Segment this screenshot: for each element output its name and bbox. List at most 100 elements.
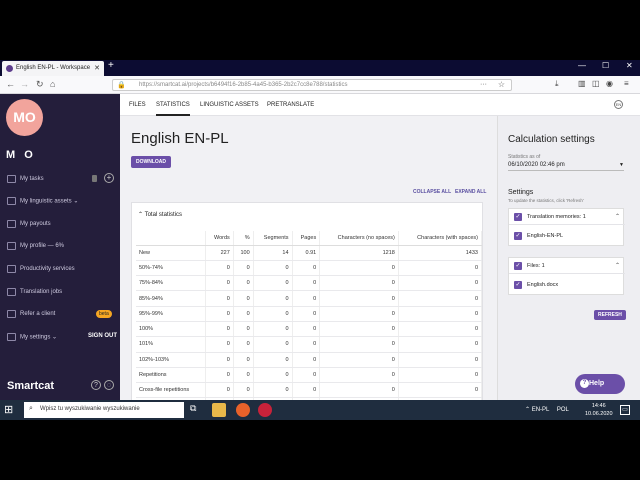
clock-date: 10.06.2020	[585, 411, 613, 417]
sidebar-item-label: Refer a client	[20, 311, 56, 317]
tm-header[interactable]: ✓ Translation memories: 1 ⌃	[509, 209, 625, 225]
table-row: 85%-94% 0 0 0 0 0 0	[136, 290, 483, 307]
sidebar-item-refer[interactable]: Refer a client	[7, 310, 55, 318]
files-box: ✓ Files: 1 ⌃ ✓ English.docx	[508, 257, 625, 295]
table-cell: 0	[205, 367, 234, 384]
language-avatar[interactable]: EN	[614, 100, 623, 109]
tray-lang-1[interactable]: EN-PL	[532, 407, 549, 413]
browser-tab-strip: English EN-PL - Workspace ✕ + — ☐ ✕	[0, 60, 640, 76]
table-cell: 0	[319, 321, 399, 338]
chevron-up-icon[interactable]: ⌃	[615, 262, 620, 269]
tm-item-checkbox[interactable]: ✓	[514, 232, 522, 240]
sidebar-item-profile[interactable]: My profile — 6%	[7, 242, 64, 250]
firefox-icon[interactable]	[236, 403, 250, 417]
sidebar-item-productivity[interactable]: Productivity services	[7, 265, 75, 273]
page-actions-icon[interactable]: ···	[480, 81, 487, 88]
statistics-header[interactable]: ⌃ Total statistics	[138, 211, 182, 218]
files-header[interactable]: ✓ Files: 1 ⌃	[509, 258, 625, 274]
download-icon[interactable]: ⤓	[555, 79, 559, 89]
tm-checkbox[interactable]: ✓	[514, 213, 522, 221]
table-cell: 14	[253, 245, 293, 261]
row-category: 101%	[136, 336, 206, 353]
notifications-icon[interactable]: ▭	[620, 405, 630, 415]
tasks-count-badge	[92, 175, 97, 182]
sidebar-icon[interactable]: ◫	[592, 79, 600, 88]
table-row: 100% 0 0 0 0 0 0	[136, 321, 483, 338]
chat-icon[interactable]: ◌	[104, 380, 114, 390]
windows-start-icon[interactable]: ⊞	[4, 403, 13, 416]
sidebar-item-jobs[interactable]: Translation jobs	[7, 288, 62, 296]
clock[interactable]: 14:46 10.06.2020	[585, 402, 613, 418]
sidebar-item-settings[interactable]: My settings ⌄	[7, 333, 57, 341]
table-cell: 0	[205, 321, 234, 338]
smartcat-favicon-icon	[6, 65, 13, 72]
table-cell: 0	[319, 382, 399, 399]
close-tab-icon[interactable]: ✕	[94, 64, 100, 72]
maximize-icon[interactable]: ☐	[602, 61, 609, 70]
sidebar-item-label: Productivity services	[20, 266, 75, 272]
file-explorer-icon[interactable]	[212, 403, 226, 417]
tm-item[interactable]: ✓ English-EN-PL	[509, 226, 625, 246]
lock-icon: 🔒	[117, 82, 126, 89]
smartcat-logo: Smartcat	[7, 380, 55, 392]
chevron-up-icon[interactable]: ⌃	[615, 213, 620, 220]
library-icon[interactable]: ▥	[578, 79, 586, 88]
sign-out-button[interactable]: SIGN OUT	[88, 333, 117, 339]
table-cell: 0	[253, 336, 293, 353]
help-button[interactable]: ? Help	[575, 374, 625, 394]
address-bar[interactable]: 🔒 https://smartcat.ai/projects/b6494f16-…	[112, 79, 512, 91]
file-item-label: English.docx	[527, 282, 559, 288]
collapse-all-link[interactable]: COLLAPSE ALL	[413, 189, 451, 195]
row-category: Repetitions	[136, 367, 206, 384]
reload-icon[interactable]: ↻	[36, 79, 44, 90]
tray-chevron-icon[interactable]: ⌃	[525, 407, 532, 413]
close-window-icon[interactable]: ✕	[626, 61, 633, 70]
sidebar-item-label: My payouts	[20, 221, 51, 227]
file-item-checkbox[interactable]: ✓	[514, 281, 522, 289]
forward-icon[interactable]: →	[20, 79, 29, 89]
sidebar-item-payouts[interactable]: My payouts	[7, 220, 51, 228]
task-view-icon[interactable]: ⧉	[190, 403, 204, 417]
back-icon[interactable]: ←	[6, 79, 15, 89]
bookmark-star-icon[interactable]: ☆	[498, 80, 505, 89]
expand-all-link[interactable]: EXPAND ALL	[455, 189, 486, 195]
table-cell: 0	[233, 306, 254, 322]
tab-linguistic-assets[interactable]: LINGUISTIC ASSETS	[200, 102, 259, 108]
tab-pretranslate[interactable]: PRETRANSLATE	[267, 102, 314, 108]
recorder-icon[interactable]	[258, 403, 272, 417]
browser-tab[interactable]: English EN-PL - Workspace ✕	[2, 61, 104, 76]
table-cell: 0	[205, 352, 234, 368]
new-tab-icon[interactable]: +	[108, 60, 114, 71]
table-cell: 0	[398, 321, 483, 338]
statistics-table: Words% Segments Pages Characters (no spaces…	[136, 231, 483, 414]
row-category: 75%-84%	[136, 275, 206, 292]
as-of-select[interactable]: 06/10/2020 02:46 pm ▼	[508, 162, 624, 171]
refresh-button[interactable]: REFRESH	[594, 310, 626, 320]
tab-files[interactable]: FILES	[129, 102, 146, 108]
table-cell: 0	[319, 367, 399, 384]
sidebar-item-linguistic-assets[interactable]: My linguistic assets ⌄	[7, 197, 78, 205]
menu-icon[interactable]: ≡	[624, 79, 629, 88]
add-task-button[interactable]: +	[104, 173, 114, 183]
home-icon[interactable]: ⌂	[50, 79, 55, 89]
table-cell: 0	[233, 321, 254, 338]
column-header: Characters (no spaces)	[319, 231, 399, 246]
table-cell: 0.91	[292, 245, 321, 261]
table-cell: 0	[319, 336, 399, 353]
download-button[interactable]: DOWNLOAD	[131, 156, 171, 168]
extension-icon[interactable]: ◉	[606, 79, 613, 88]
tray-lang-2[interactable]: POL	[557, 407, 569, 413]
help-circle-icon[interactable]: ?	[91, 380, 101, 390]
table-cell: 0	[292, 275, 321, 292]
taskbar-search-input[interactable]: ⌕ Wpisz tu wyszukiwanie wyszukiwanie	[24, 402, 184, 418]
avatar[interactable]: MO	[6, 99, 43, 136]
search-icon: ⌕	[29, 405, 33, 412]
column-header: Characters (with spaces)	[398, 231, 483, 246]
help-label: Help	[589, 380, 605, 387]
sidebar-item-label: My profile — 6%	[20, 243, 65, 249]
files-checkbox[interactable]: ✓	[514, 262, 522, 270]
tab-statistics[interactable]: STATISTICS	[156, 102, 190, 116]
minimize-icon[interactable]: —	[578, 61, 586, 70]
sidebar-item-my-tasks[interactable]: My tasks	[7, 175, 44, 183]
file-item[interactable]: ✓ English.docx	[509, 275, 625, 295]
